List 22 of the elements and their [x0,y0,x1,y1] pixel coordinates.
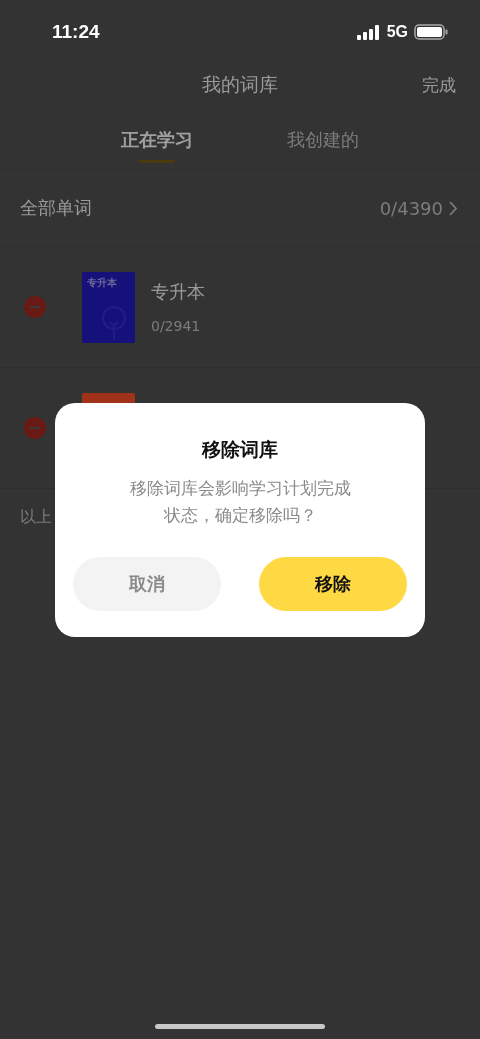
book-cover[interactable]: 专升本 [82,271,135,343]
remove-icon[interactable] [24,296,46,318]
dialog-title: 移除词库 [202,437,278,462]
remove-icon[interactable] [24,417,46,439]
cancel-button[interactable]: 取消 [73,557,221,611]
network-label: 5G [386,23,408,41]
done-link[interactable]: 完成 [422,73,456,97]
tab[interactable]: 我创建的 [287,128,359,152]
tab[interactable]: 正在学习 [121,128,193,152]
book-title[interactable]: 专升本 [151,280,205,304]
footer-note: 以上 [20,507,52,528]
dialog-message: 移除词库会影响学习计划完成状态，确定移除吗？ [128,477,352,527]
tab-underline [139,160,175,163]
word-count: 0/4390 [379,197,443,219]
status-time: 11:24 [52,21,100,43]
cover-label: 专升本 [87,275,117,290]
battery-icon [414,24,448,40]
all-words-label[interactable]: 全部单词 [20,196,92,220]
page-title: 我的词库 [202,72,278,97]
signal-icon [356,24,381,40]
chevron-right-icon [449,200,458,216]
remove-button[interactable]: 移除 [259,557,407,611]
